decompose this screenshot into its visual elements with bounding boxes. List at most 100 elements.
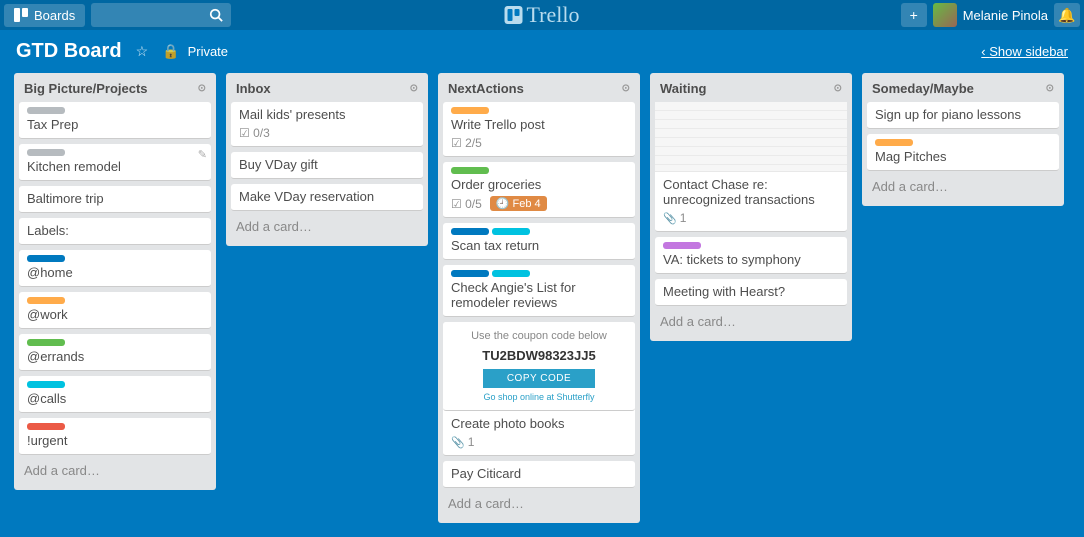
list: Waiting ⊙ Contact Chase re: unrecognized t…	[650, 73, 852, 341]
list-title: Someday/Maybe	[872, 81, 974, 96]
card[interactable]: Make VDay reservation	[231, 184, 423, 211]
checklist-badge: 2/5	[451, 136, 482, 150]
logo-icon	[505, 6, 523, 24]
attachment-badge: 1	[451, 435, 474, 449]
card[interactable]: Sign up for piano lessons	[867, 102, 1059, 129]
card[interactable]: Kitchen remodel✎	[19, 144, 211, 181]
card[interactable]: Use the coupon code belowTU2BDW98323JJ5C…	[443, 322, 635, 456]
label-sky[interactable]	[27, 381, 65, 388]
label-orange[interactable]	[875, 139, 913, 146]
add-card-button[interactable]: Add a card…	[14, 455, 216, 486]
checklist-badge: 0/3	[239, 126, 270, 140]
card-title: Labels:	[27, 223, 203, 238]
card-labels	[27, 107, 203, 114]
board-title[interactable]: GTD Board	[16, 40, 122, 63]
add-card-button[interactable]: Add a card…	[650, 306, 852, 337]
card[interactable]: @calls	[19, 376, 211, 413]
card-labels	[27, 149, 203, 156]
list-title: Waiting	[660, 81, 706, 96]
boards-icon	[14, 8, 28, 22]
label-sky[interactable]	[492, 228, 530, 235]
card[interactable]: Labels:	[19, 218, 211, 245]
list-header[interactable]: Big Picture/Projects⊙	[14, 73, 216, 102]
board-canvas: Big Picture/Projects⊙Tax Prep Kitchen rem…	[0, 69, 1084, 537]
card-title: Baltimore trip	[27, 191, 203, 206]
card-cover-image	[655, 102, 847, 172]
card-badges: 0/3	[239, 126, 415, 140]
list-header[interactable]: Someday/Maybe ⊙	[862, 73, 1064, 102]
list-menu-icon[interactable]: ⊙	[410, 83, 418, 94]
label-blue[interactable]	[451, 228, 489, 235]
add-card-button[interactable]: Add a card…	[226, 211, 428, 242]
trello-logo[interactable]: Trello	[505, 2, 580, 28]
card-title: Make VDay reservation	[239, 189, 415, 204]
card[interactable]: Pay Citicard	[443, 461, 635, 488]
list-header[interactable]: Inbox⊙	[226, 73, 428, 102]
label-grey[interactable]	[27, 107, 65, 114]
card-labels	[451, 107, 627, 114]
add-card-button[interactable]: Add a card…	[438, 488, 640, 519]
star-icon[interactable]: ☆	[136, 43, 149, 60]
pencil-icon[interactable]: ✎	[198, 148, 207, 161]
avatar[interactable]	[933, 3, 957, 27]
label-orange[interactable]	[451, 107, 489, 114]
card[interactable]: @work	[19, 292, 211, 329]
card-title: @home	[27, 265, 203, 280]
list-menu-icon[interactable]: ⊙	[622, 83, 630, 94]
add-button[interactable]: +	[901, 3, 927, 27]
bell-icon: 🔔	[1058, 7, 1075, 24]
label-grey[interactable]	[27, 149, 65, 156]
card[interactable]: Baltimore trip	[19, 186, 211, 213]
list-menu-icon[interactable]: ⊙	[834, 83, 842, 94]
card[interactable]: Tax Prep	[19, 102, 211, 139]
label-green[interactable]	[451, 167, 489, 174]
card[interactable]: Write Trello post2/5	[443, 102, 635, 157]
card[interactable]: VA: tickets to symphony	[655, 237, 847, 274]
card-labels	[27, 297, 203, 304]
username[interactable]: Melanie Pinola	[963, 8, 1048, 23]
list: Big Picture/Projects⊙Tax Prep Kitchen rem…	[14, 73, 216, 490]
notifications-button[interactable]: 🔔	[1054, 3, 1080, 27]
list-header[interactable]: NextActions⊙	[438, 73, 640, 102]
card[interactable]: Mag Pitches	[867, 134, 1059, 171]
card[interactable]: Mail kids' presents0/3	[231, 102, 423, 147]
card[interactable]: @home	[19, 250, 211, 287]
card[interactable]: Scan tax return	[443, 223, 635, 260]
card[interactable]: @errands	[19, 334, 211, 371]
card[interactable]: !urgent	[19, 418, 211, 455]
card-labels	[27, 423, 203, 430]
show-sidebar-link[interactable]: ‹ Show sidebar	[981, 44, 1068, 59]
boards-button[interactable]: Boards	[4, 4, 85, 27]
card[interactable]: Buy VDay gift	[231, 152, 423, 179]
card-title: @calls	[27, 391, 203, 406]
card[interactable]: Meeting with Hearst?	[655, 279, 847, 306]
copy-code-button[interactable]: COPY CODE	[483, 369, 595, 388]
card[interactable]: Contact Chase re: unrecognized transacti…	[655, 102, 847, 232]
label-blue[interactable]	[451, 270, 489, 277]
search-icon	[209, 8, 223, 22]
card-title: Kitchen remodel	[27, 159, 203, 174]
add-card-button[interactable]: Add a card…	[862, 171, 1064, 202]
list-menu-icon[interactable]: ⊙	[198, 83, 206, 94]
list-menu-icon[interactable]: ⊙	[1046, 83, 1054, 94]
label-purple[interactable]	[663, 242, 701, 249]
privacy-label[interactable]: Private	[188, 44, 228, 59]
card-title: Sign up for piano lessons	[875, 107, 1051, 122]
card-labels	[451, 167, 627, 174]
label-orange[interactable]	[27, 297, 65, 304]
list-header[interactable]: Waiting ⊙	[650, 73, 852, 102]
card-title: Pay Citicard	[451, 466, 627, 481]
card-labels	[663, 242, 839, 249]
card-title: Order groceries	[451, 177, 627, 192]
card-labels	[451, 228, 627, 235]
search-input[interactable]	[91, 3, 231, 27]
card-title: Scan tax return	[451, 238, 627, 253]
label-sky[interactable]	[492, 270, 530, 277]
card-badges: 0/5🕘 Feb 4	[451, 196, 627, 211]
label-green[interactable]	[27, 339, 65, 346]
card-title: @errands	[27, 349, 203, 364]
card[interactable]: Check Angie's List for remodeler reviews	[443, 265, 635, 317]
label-red[interactable]	[27, 423, 65, 430]
label-blue[interactable]	[27, 255, 65, 262]
card[interactable]: Order groceries 0/5🕘 Feb 4	[443, 162, 635, 218]
